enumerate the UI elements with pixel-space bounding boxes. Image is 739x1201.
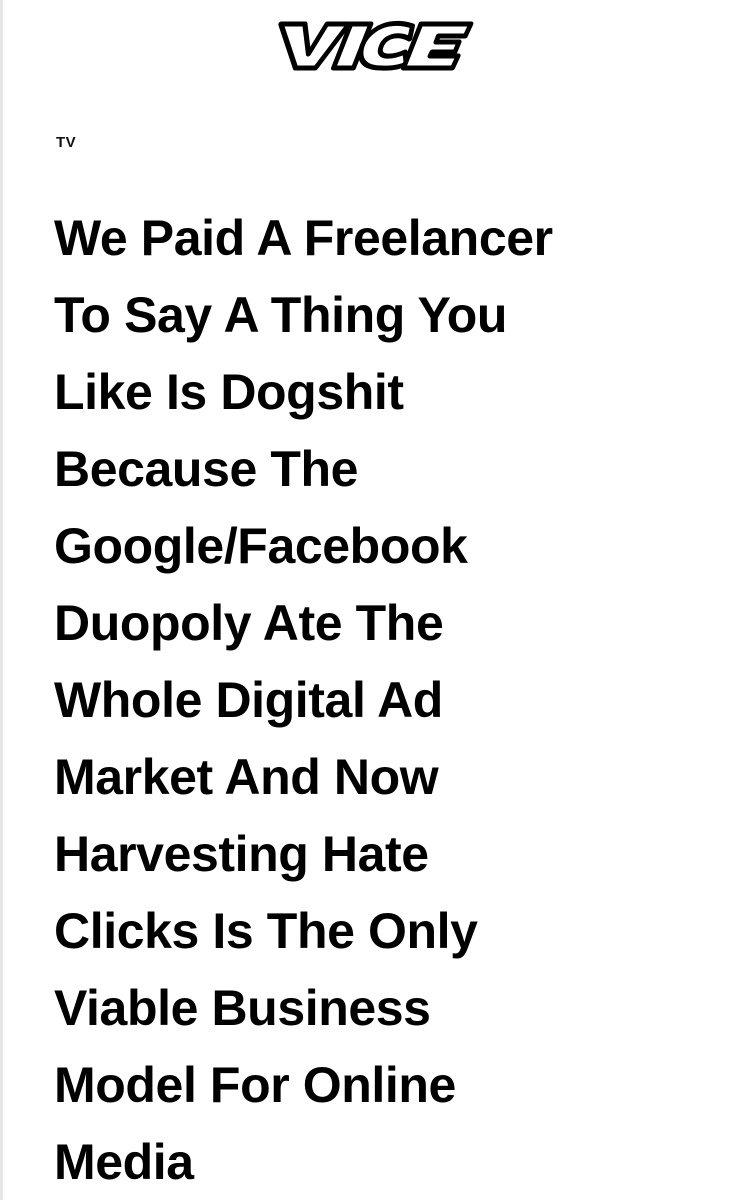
headline-line: Whole Digital Ad	[54, 672, 443, 728]
headline-line: To Say A Thing You	[54, 287, 507, 343]
headline-line: Market And Now	[54, 749, 439, 805]
vice-logo[interactable]	[265, 14, 479, 76]
headline-line: Like Is Dogshit	[54, 364, 404, 420]
headline-line: Harvesting Hate	[54, 826, 429, 882]
headline-line: Because The	[54, 441, 359, 497]
article-headline[interactable]: We Paid A Freelancer To Say A Thing You …	[54, 200, 734, 1201]
headline-line: Duopoly Ate The	[54, 595, 444, 651]
headline-line: Media	[54, 1134, 194, 1190]
vice-wordmark-logo-icon	[278, 20, 474, 71]
section-label[interactable]: TV	[56, 134, 76, 152]
headline-line: Clicks Is The Only	[54, 903, 478, 959]
headline-line: We Paid A Freelancer	[54, 210, 553, 266]
article-page: TV We Paid A Freelancer To Say A Thing Y…	[0, 0, 739, 1200]
headline-line: Google/Facebook	[54, 518, 468, 574]
masthead	[3, 0, 739, 110]
headline-line: Viable Business	[54, 980, 431, 1036]
headline-line: Model For Online	[54, 1057, 456, 1113]
